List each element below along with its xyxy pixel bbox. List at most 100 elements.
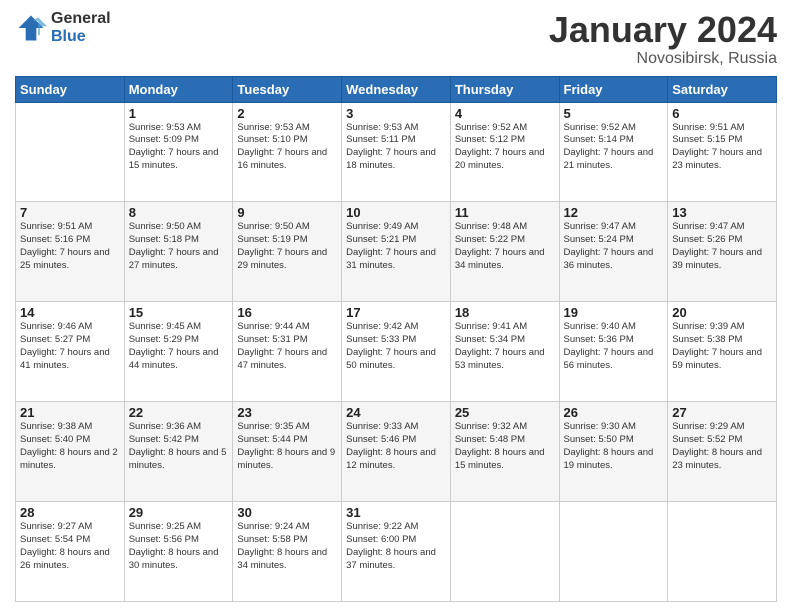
day-cell-3-0: 21Sunrise: 9:38 AM Sunset: 5:40 PM Dayli… — [16, 402, 125, 502]
day-number-4-3: 31 — [346, 505, 446, 520]
day-info-3-1: Sunrise: 9:36 AM Sunset: 5:42 PM Dayligh… — [129, 421, 229, 472]
day-cell-2-4: 18Sunrise: 9:41 AM Sunset: 5:34 PM Dayli… — [450, 302, 559, 402]
title-block: January 2024 Novosibirsk, Russia — [549, 10, 777, 68]
logo-general-text: General — [51, 10, 111, 28]
week-row-3: 21Sunrise: 9:38 AM Sunset: 5:40 PM Dayli… — [16, 402, 777, 502]
logo-blue-text: Blue — [51, 28, 111, 46]
day-info-2-1: Sunrise: 9:45 AM Sunset: 5:29 PM Dayligh… — [129, 321, 229, 372]
day-cell-1-3: 10Sunrise: 9:49 AM Sunset: 5:21 PM Dayli… — [342, 202, 451, 302]
day-info-0-2: Sunrise: 9:53 AM Sunset: 5:10 PM Dayligh… — [237, 122, 337, 173]
day-cell-4-1: 29Sunrise: 9:25 AM Sunset: 5:56 PM Dayli… — [124, 502, 233, 602]
day-cell-3-3: 24Sunrise: 9:33 AM Sunset: 5:46 PM Dayli… — [342, 402, 451, 502]
day-cell-0-2: 2Sunrise: 9:53 AM Sunset: 5:10 PM Daylig… — [233, 102, 342, 202]
day-info-2-4: Sunrise: 9:41 AM Sunset: 5:34 PM Dayligh… — [455, 321, 555, 372]
day-cell-4-4 — [450, 502, 559, 602]
day-info-3-6: Sunrise: 9:29 AM Sunset: 5:52 PM Dayligh… — [672, 421, 772, 472]
day-number-0-2: 2 — [237, 106, 337, 121]
day-cell-0-6: 6Sunrise: 9:51 AM Sunset: 5:15 PM Daylig… — [668, 102, 777, 202]
day-cell-3-4: 25Sunrise: 9:32 AM Sunset: 5:48 PM Dayli… — [450, 402, 559, 502]
day-cell-2-0: 14Sunrise: 9:46 AM Sunset: 5:27 PM Dayli… — [16, 302, 125, 402]
day-cell-1-2: 9Sunrise: 9:50 AM Sunset: 5:19 PM Daylig… — [233, 202, 342, 302]
day-number-0-4: 4 — [455, 106, 555, 121]
logo-icon — [15, 12, 47, 44]
header-wednesday: Wednesday — [342, 76, 451, 102]
day-info-1-5: Sunrise: 9:47 AM Sunset: 5:24 PM Dayligh… — [564, 221, 664, 272]
day-cell-3-6: 27Sunrise: 9:29 AM Sunset: 5:52 PM Dayli… — [668, 402, 777, 502]
day-number-4-1: 29 — [129, 505, 229, 520]
week-row-2: 14Sunrise: 9:46 AM Sunset: 5:27 PM Dayli… — [16, 302, 777, 402]
day-number-3-6: 27 — [672, 405, 772, 420]
day-number-3-0: 21 — [20, 405, 120, 420]
day-number-2-5: 19 — [564, 305, 664, 320]
day-number-4-2: 30 — [237, 505, 337, 520]
location-subtitle: Novosibirsk, Russia — [549, 50, 777, 68]
day-cell-1-5: 12Sunrise: 9:47 AM Sunset: 5:24 PM Dayli… — [559, 202, 668, 302]
day-info-2-0: Sunrise: 9:46 AM Sunset: 5:27 PM Dayligh… — [20, 321, 120, 372]
day-cell-2-3: 17Sunrise: 9:42 AM Sunset: 5:33 PM Dayli… — [342, 302, 451, 402]
day-number-0-1: 1 — [129, 106, 229, 121]
day-number-1-0: 7 — [20, 205, 120, 220]
week-row-0: 1Sunrise: 9:53 AM Sunset: 5:09 PM Daylig… — [16, 102, 777, 202]
month-title: January 2024 — [549, 10, 777, 50]
day-number-0-5: 5 — [564, 106, 664, 121]
day-cell-0-4: 4Sunrise: 9:52 AM Sunset: 5:12 PM Daylig… — [450, 102, 559, 202]
day-number-1-1: 8 — [129, 205, 229, 220]
header-monday: Monday — [124, 76, 233, 102]
header-friday: Friday — [559, 76, 668, 102]
day-number-2-0: 14 — [20, 305, 120, 320]
day-info-1-0: Sunrise: 9:51 AM Sunset: 5:16 PM Dayligh… — [20, 221, 120, 272]
day-number-0-6: 6 — [672, 106, 772, 121]
day-info-4-3: Sunrise: 9:22 AM Sunset: 6:00 PM Dayligh… — [346, 521, 446, 572]
day-cell-2-2: 16Sunrise: 9:44 AM Sunset: 5:31 PM Dayli… — [233, 302, 342, 402]
day-number-3-1: 22 — [129, 405, 229, 420]
day-cell-0-5: 5Sunrise: 9:52 AM Sunset: 5:14 PM Daylig… — [559, 102, 668, 202]
day-info-3-5: Sunrise: 9:30 AM Sunset: 5:50 PM Dayligh… — [564, 421, 664, 472]
day-cell-3-5: 26Sunrise: 9:30 AM Sunset: 5:50 PM Dayli… — [559, 402, 668, 502]
weekday-header-row: Sunday Monday Tuesday Wednesday Thursday… — [16, 76, 777, 102]
day-number-2-6: 20 — [672, 305, 772, 320]
day-cell-1-6: 13Sunrise: 9:47 AM Sunset: 5:26 PM Dayli… — [668, 202, 777, 302]
logo: General Blue — [15, 10, 111, 45]
day-info-2-6: Sunrise: 9:39 AM Sunset: 5:38 PM Dayligh… — [672, 321, 772, 372]
header-tuesday: Tuesday — [233, 76, 342, 102]
day-number-2-2: 16 — [237, 305, 337, 320]
day-info-2-3: Sunrise: 9:42 AM Sunset: 5:33 PM Dayligh… — [346, 321, 446, 372]
day-cell-4-0: 28Sunrise: 9:27 AM Sunset: 5:54 PM Dayli… — [16, 502, 125, 602]
day-number-0-3: 3 — [346, 106, 446, 121]
day-info-2-2: Sunrise: 9:44 AM Sunset: 5:31 PM Dayligh… — [237, 321, 337, 372]
day-info-4-1: Sunrise: 9:25 AM Sunset: 5:56 PM Dayligh… — [129, 521, 229, 572]
header-thursday: Thursday — [450, 76, 559, 102]
day-cell-0-0 — [16, 102, 125, 202]
day-number-1-2: 9 — [237, 205, 337, 220]
calendar: Sunday Monday Tuesday Wednesday Thursday… — [15, 76, 777, 602]
day-number-2-4: 18 — [455, 305, 555, 320]
day-info-0-3: Sunrise: 9:53 AM Sunset: 5:11 PM Dayligh… — [346, 122, 446, 173]
header: General Blue January 2024 Novosibirsk, R… — [15, 10, 777, 68]
day-cell-4-3: 31Sunrise: 9:22 AM Sunset: 6:00 PM Dayli… — [342, 502, 451, 602]
day-number-3-2: 23 — [237, 405, 337, 420]
day-info-4-0: Sunrise: 9:27 AM Sunset: 5:54 PM Dayligh… — [20, 521, 120, 572]
day-info-0-4: Sunrise: 9:52 AM Sunset: 5:12 PM Dayligh… — [455, 122, 555, 173]
day-cell-3-2: 23Sunrise: 9:35 AM Sunset: 5:44 PM Dayli… — [233, 402, 342, 502]
day-number-1-3: 10 — [346, 205, 446, 220]
day-info-3-3: Sunrise: 9:33 AM Sunset: 5:46 PM Dayligh… — [346, 421, 446, 472]
day-number-2-1: 15 — [129, 305, 229, 320]
day-number-2-3: 17 — [346, 305, 446, 320]
day-info-1-3: Sunrise: 9:49 AM Sunset: 5:21 PM Dayligh… — [346, 221, 446, 272]
day-info-2-5: Sunrise: 9:40 AM Sunset: 5:36 PM Dayligh… — [564, 321, 664, 372]
day-cell-2-6: 20Sunrise: 9:39 AM Sunset: 5:38 PM Dayli… — [668, 302, 777, 402]
week-row-1: 7Sunrise: 9:51 AM Sunset: 5:16 PM Daylig… — [16, 202, 777, 302]
day-cell-2-5: 19Sunrise: 9:40 AM Sunset: 5:36 PM Dayli… — [559, 302, 668, 402]
day-info-1-2: Sunrise: 9:50 AM Sunset: 5:19 PM Dayligh… — [237, 221, 337, 272]
day-cell-4-6 — [668, 502, 777, 602]
header-saturday: Saturday — [668, 76, 777, 102]
day-number-3-3: 24 — [346, 405, 446, 420]
logo-text: General Blue — [51, 10, 111, 45]
day-number-1-4: 11 — [455, 205, 555, 220]
day-cell-4-2: 30Sunrise: 9:24 AM Sunset: 5:58 PM Dayli… — [233, 502, 342, 602]
day-cell-1-0: 7Sunrise: 9:51 AM Sunset: 5:16 PM Daylig… — [16, 202, 125, 302]
day-info-0-6: Sunrise: 9:51 AM Sunset: 5:15 PM Dayligh… — [672, 122, 772, 173]
day-info-1-1: Sunrise: 9:50 AM Sunset: 5:18 PM Dayligh… — [129, 221, 229, 272]
week-row-4: 28Sunrise: 9:27 AM Sunset: 5:54 PM Dayli… — [16, 502, 777, 602]
day-cell-3-1: 22Sunrise: 9:36 AM Sunset: 5:42 PM Dayli… — [124, 402, 233, 502]
